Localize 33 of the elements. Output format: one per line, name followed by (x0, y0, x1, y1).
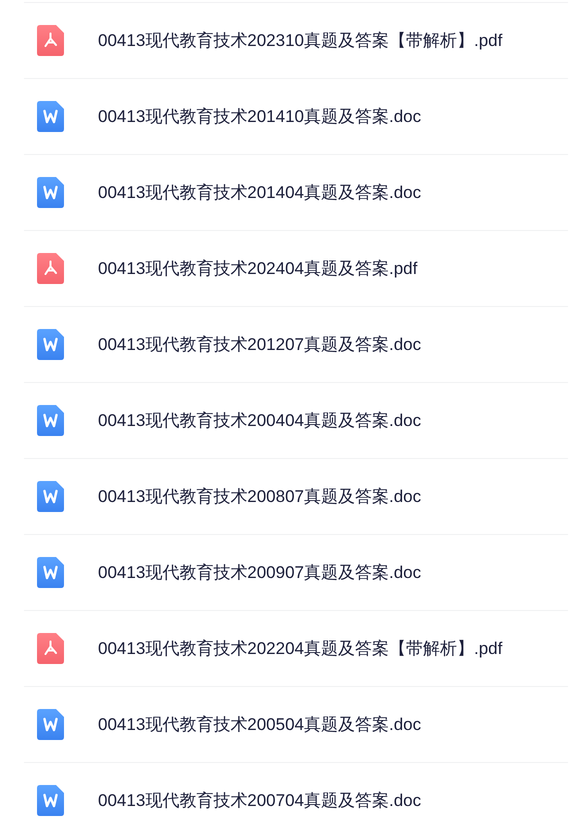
word-file-icon (37, 709, 64, 740)
file-name: 00413现代教育技术201207真题及答案.doc (98, 334, 422, 356)
file-name: 00413现代教育技术200404真题及答案.doc (98, 410, 422, 432)
word-file-icon (37, 405, 64, 436)
word-file-icon (37, 329, 64, 360)
file-name: 00413现代教育技术200704真题及答案.doc (98, 790, 422, 812)
pdf-file-icon (37, 253, 64, 284)
word-file-icon (37, 557, 64, 588)
file-name: 00413现代教育技术201410真题及答案.doc (98, 106, 422, 128)
file-name: 00413现代教育技术200504真题及答案.doc (98, 714, 422, 736)
file-row[interactable]: 00413现代教育技术202310真题及答案【带解析】.pdf (24, 2, 568, 78)
file-name: 00413现代教育技术200807真题及答案.doc (98, 486, 422, 508)
file-name: 00413现代教育技术202404真题及答案.pdf (98, 258, 418, 280)
file-row[interactable]: 00413现代教育技术200704真题及答案.doc (24, 762, 568, 821)
file-row[interactable]: 00413现代教育技术200907真题及答案.doc (24, 534, 568, 610)
word-file-icon (37, 101, 64, 132)
word-file-icon (37, 481, 64, 512)
file-row[interactable]: 00413现代教育技术200504真题及答案.doc (24, 686, 568, 762)
file-row[interactable]: 00413现代教育技术200404真题及答案.doc (24, 382, 568, 458)
file-row[interactable]: 00413现代教育技术202204真题及答案【带解析】.pdf (24, 610, 568, 686)
file-name: 00413现代教育技术202204真题及答案【带解析】.pdf (98, 638, 502, 660)
pdf-file-icon (37, 633, 64, 664)
word-file-icon (37, 177, 64, 208)
file-name: 00413现代教育技术202310真题及答案【带解析】.pdf (98, 30, 502, 52)
file-row[interactable]: 00413现代教育技术201207真题及答案.doc (24, 306, 568, 382)
file-row[interactable]: 00413现代教育技术202404真题及答案.pdf (24, 230, 568, 306)
file-row[interactable]: 00413现代教育技术201404真题及答案.doc (24, 154, 568, 230)
file-row[interactable]: 00413现代教育技术201410真题及答案.doc (24, 78, 568, 154)
file-name: 00413现代教育技术201404真题及答案.doc (98, 182, 422, 204)
pdf-file-icon (37, 25, 64, 56)
file-row[interactable]: 00413现代教育技术200807真题及答案.doc (24, 458, 568, 534)
word-file-icon (37, 785, 64, 816)
file-name: 00413现代教育技术200907真题及答案.doc (98, 562, 422, 584)
